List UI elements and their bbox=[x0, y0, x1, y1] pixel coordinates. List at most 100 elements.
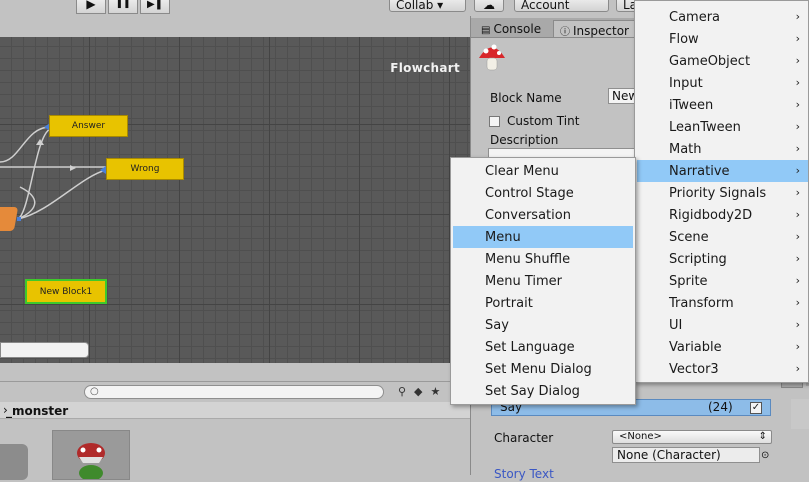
menu-item-label: Priority Signals bbox=[669, 185, 767, 201]
story-text-label[interactable]: Story Text bbox=[494, 467, 554, 481]
menu-item-label: Portrait bbox=[485, 295, 533, 311]
submenu-arrow-icon: › bbox=[795, 230, 800, 243]
menu-item-set-menu-dialog[interactable]: Set Menu Dialog bbox=[453, 358, 633, 380]
account-label: Account bbox=[521, 0, 570, 12]
menu-item-priority-signals[interactable]: Priority Signals › bbox=[637, 182, 808, 204]
breadcrumb: _monster › bbox=[0, 402, 470, 419]
menu-item-label: Rigidbody2D bbox=[669, 207, 753, 223]
menu-item-transform[interactable]: Transform › bbox=[637, 292, 808, 314]
cloud-icon[interactable]: ☁ bbox=[474, 0, 504, 12]
dropdown-arrow-icon: ⇕ bbox=[758, 431, 767, 442]
menu-item-clear-menu[interactable]: Clear Menu bbox=[453, 160, 633, 182]
menu-item-label: Say bbox=[485, 317, 509, 333]
step-glyph: ▶❚ bbox=[146, 0, 164, 10]
menu-item-ui[interactable]: UI › bbox=[637, 314, 808, 336]
menu-item-menu-shuffle[interactable]: Menu Shuffle bbox=[453, 248, 633, 270]
character-dropdown-value: <None> bbox=[619, 431, 662, 442]
inspector-scrollbar[interactable] bbox=[791, 399, 809, 429]
menu-item-conversation[interactable]: Conversation bbox=[453, 204, 633, 226]
custom-tint-checkbox[interactable] bbox=[489, 116, 500, 127]
play-icon[interactable]: ▶ bbox=[76, 0, 106, 14]
flowchart-canvas[interactable]: Flowchart Answer Wrong New Block1 bbox=[0, 37, 470, 363]
menu-item-label: Narrative bbox=[669, 163, 730, 179]
mushroom-icon bbox=[479, 44, 505, 71]
account-button[interactable]: Account bbox=[514, 0, 609, 12]
object-picker-icon[interactable]: ⊙ bbox=[761, 450, 769, 461]
submenu-arrow-icon: › bbox=[795, 318, 800, 331]
breadcrumb-folder[interactable]: _monster bbox=[6, 404, 68, 418]
menu-item-portrait[interactable]: Portrait bbox=[453, 292, 633, 314]
command-enabled-checkbox[interactable]: ✓ bbox=[750, 402, 762, 414]
collab-label: Collab ▾ bbox=[396, 0, 444, 12]
description-label: Description bbox=[490, 133, 559, 147]
menu-item-label: Menu Shuffle bbox=[485, 251, 571, 267]
menu-item-label: Math bbox=[669, 141, 702, 157]
block-name-label: Block Name bbox=[490, 91, 562, 105]
check-icon: ✓ bbox=[751, 402, 761, 413]
connection-lines bbox=[0, 123, 107, 221]
menu-item-input[interactable]: Input › bbox=[637, 72, 808, 94]
menu-item-camera[interactable]: Camera › bbox=[637, 6, 808, 28]
pause-glyph: ❚❚ bbox=[115, 0, 131, 9]
menu-item-set-language[interactable]: Set Language bbox=[453, 336, 633, 358]
menu-item-flow[interactable]: Flow › bbox=[637, 28, 808, 50]
tab-inspector[interactable]: ⓘ Inspector bbox=[553, 20, 638, 38]
flowchart-scrollbar[interactable] bbox=[0, 342, 89, 358]
menu-item-sprite[interactable]: Sprite › bbox=[637, 270, 808, 292]
menu-item-itween[interactable]: iTween › bbox=[637, 94, 808, 116]
collab-button[interactable]: Collab ▾ bbox=[389, 0, 466, 12]
menu-item-label: Sprite bbox=[669, 273, 708, 289]
menu-item-variable[interactable]: Variable › bbox=[637, 336, 808, 358]
info-icon: ⓘ bbox=[560, 27, 570, 38]
submenu-arrow-icon: › bbox=[795, 120, 800, 133]
submenu-arrow-icon: › bbox=[795, 296, 800, 309]
tab-inspector-label: Inspector bbox=[573, 24, 629, 38]
menu-item-narrative[interactable]: Narrative › bbox=[637, 160, 808, 182]
menu-item-label: Flow bbox=[669, 31, 699, 47]
asset-thumbnail-monster[interactable] bbox=[52, 430, 130, 481]
menu-item-label: Control Stage bbox=[485, 185, 574, 201]
tab-console[interactable]: ▤ Console bbox=[475, 20, 549, 37]
menu-item-label: UI bbox=[669, 317, 683, 333]
step-icon[interactable]: ▶❚ bbox=[140, 0, 170, 14]
menu-item-label: Set Language bbox=[485, 339, 575, 355]
block-label: New Block1 bbox=[39, 286, 93, 297]
menu-item-set-say-dialog[interactable]: Set Say Dialog bbox=[453, 380, 633, 402]
pause-icon[interactable]: ❚❚ bbox=[108, 0, 138, 14]
menu-item-label: Vector3 bbox=[669, 361, 719, 377]
menu-item-control-stage[interactable]: Control Stage bbox=[453, 182, 633, 204]
console-icon: ▤ bbox=[481, 25, 491, 36]
flowchart-block[interactable]: Answer bbox=[49, 115, 128, 137]
project-filter-icons[interactable]: ⚲◆★ bbox=[398, 385, 448, 398]
project-search-input[interactable]: ○ bbox=[84, 385, 384, 399]
menu-item-scene[interactable]: Scene › bbox=[637, 226, 808, 248]
project-panel: ○ ⚲◆★ _monster › bbox=[0, 381, 470, 481]
menu-item-label: LeanTween bbox=[669, 119, 741, 135]
flowchart-block-selected[interactable]: New Block1 bbox=[25, 279, 107, 304]
menu-item-scripting[interactable]: Scripting › bbox=[637, 248, 808, 270]
character-label: Character bbox=[494, 431, 554, 445]
submenu-arrow-icon: › bbox=[795, 10, 800, 23]
menu-item-leantween[interactable]: LeanTween › bbox=[637, 116, 808, 138]
character-dropdown[interactable]: <None> ⇕ bbox=[612, 430, 772, 444]
narrative-submenu: Clear Menu Control Stage Conversation Me… bbox=[450, 157, 636, 405]
submenu-arrow-icon: › bbox=[795, 76, 800, 89]
menu-item-rigidbody2d[interactable]: Rigidbody2D › bbox=[637, 204, 808, 226]
menu-item-label: Clear Menu bbox=[485, 163, 559, 179]
custom-tint-label: Custom Tint bbox=[507, 114, 580, 128]
flowchart-block[interactable]: Wrong bbox=[106, 158, 184, 180]
play-glyph: ▶ bbox=[86, 0, 96, 11]
menu-item-menu[interactable]: Menu bbox=[453, 226, 633, 248]
menu-item-label: Scripting bbox=[669, 251, 727, 267]
menu-item-math[interactable]: Math › bbox=[637, 138, 808, 160]
submenu-arrow-icon: › bbox=[795, 54, 800, 67]
flowchart-footer bbox=[0, 363, 470, 381]
menu-item-vector3[interactable]: Vector3 › bbox=[637, 358, 808, 380]
menu-item-say[interactable]: Say bbox=[453, 314, 633, 336]
submenu-arrow-icon: › bbox=[795, 164, 800, 177]
menu-item-gameobject[interactable]: GameObject › bbox=[637, 50, 808, 72]
menu-item-label: Menu bbox=[485, 229, 521, 245]
character-object-field[interactable]: None (Character) bbox=[612, 447, 760, 463]
menu-item-label: Menu Timer bbox=[485, 273, 562, 289]
menu-item-menu-timer[interactable]: Menu Timer bbox=[453, 270, 633, 292]
